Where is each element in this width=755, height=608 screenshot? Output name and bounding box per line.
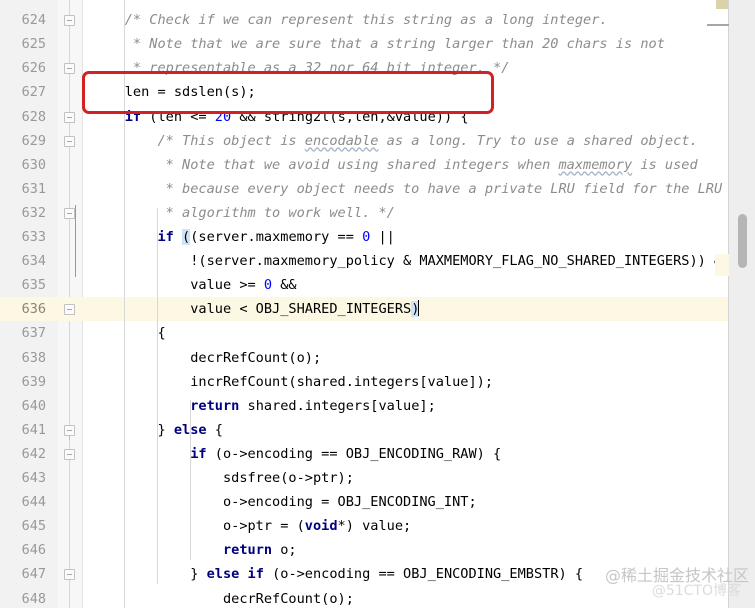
code-text[interactable]: incrRefCount(shared.integers[value]); bbox=[92, 370, 493, 394]
code-block-guide bbox=[75, 205, 76, 277]
code-line[interactable]: 640 return shared.integers[value]; bbox=[0, 394, 755, 418]
code-text[interactable]: } else if (o->encoding == OBJ_ENCODING_E… bbox=[92, 562, 583, 586]
code-line[interactable]: 643 sdsfree(o->ptr); bbox=[0, 466, 755, 490]
line-number: 633 bbox=[21, 229, 46, 245]
code-text[interactable]: if (o->encoding == OBJ_ENCODING_RAW) { bbox=[92, 442, 501, 466]
indent-guide-3 bbox=[190, 400, 191, 560]
fold-toggle-icon[interactable] bbox=[63, 569, 75, 581]
line-number: 629 bbox=[21, 132, 46, 149]
indent-guide-1 bbox=[124, 0, 125, 608]
code-line[interactable]: 632 * algorithm to work well. */ bbox=[0, 201, 755, 225]
code-line[interactable]: 629 /* This object is encodable as a lon… bbox=[0, 129, 755, 153]
code-line[interactable]: 637 { bbox=[0, 321, 755, 345]
line-number: 628 bbox=[21, 108, 46, 125]
code-text[interactable]: * Note that we avoid using shared intege… bbox=[92, 153, 698, 177]
vertical-scrollbar-track[interactable] bbox=[728, 0, 755, 608]
code-line[interactable]: 631 * because every object needs to have… bbox=[0, 177, 755, 201]
line-number: 642 bbox=[21, 445, 46, 462]
code-line[interactable]: 627 len = sdslen(s); bbox=[0, 80, 755, 104]
line-number: 646 bbox=[21, 542, 46, 559]
line-number: 638 bbox=[21, 349, 46, 366]
line-number: 643 bbox=[21, 470, 46, 486]
code-line[interactable]: 623 bbox=[0, 0, 755, 8]
code-line[interactable]: 644 o->encoding = OBJ_ENCODING_INT; bbox=[0, 490, 755, 514]
code-line[interactable]: 639 incrRefCount(shared.integers[value])… bbox=[0, 370, 755, 394]
code-line[interactable]: 635 value >= 0 && bbox=[0, 273, 755, 297]
line-number: 647 bbox=[21, 566, 46, 583]
line-number: 624 bbox=[21, 12, 46, 29]
fold-toggle-icon[interactable] bbox=[63, 63, 75, 75]
line-number: 637 bbox=[21, 325, 46, 342]
scrollbar-current-line-marker bbox=[715, 254, 729, 276]
code-line[interactable]: 626 * representable as a 32 nor 64 bit i… bbox=[0, 56, 755, 80]
line-number: 644 bbox=[21, 494, 46, 511]
line-number: 634 bbox=[21, 253, 46, 270]
fold-toggle-icon[interactable] bbox=[63, 135, 75, 147]
code-line[interactable]: 645 o->ptr = (void*) value; bbox=[0, 514, 755, 538]
code-text[interactable]: !(server.maxmemory_policy & MAXMEMORY_FL… bbox=[92, 249, 730, 273]
code-text[interactable]: /* This object is encodable as a long. T… bbox=[92, 129, 697, 153]
code-text[interactable]: return shared.integers[value]; bbox=[92, 394, 436, 418]
code-line[interactable]: 634 !(server.maxmemory_policy & MAXMEMOR… bbox=[0, 249, 755, 273]
fold-toggle-icon[interactable] bbox=[63, 424, 75, 440]
line-number: 640 bbox=[21, 397, 46, 414]
line-number: 648 bbox=[21, 590, 46, 607]
code-line[interactable]: 642 if (o->encoding == OBJ_ENCODING_RAW)… bbox=[0, 442, 755, 466]
code-text[interactable]: * because every object needs to have a p… bbox=[92, 177, 723, 201]
code-text[interactable]: { bbox=[92, 321, 165, 345]
line-number: 632 bbox=[21, 204, 46, 221]
line-number: 636 bbox=[21, 301, 46, 318]
code-line[interactable]: 648 decrRefCount(o); bbox=[0, 587, 755, 608]
code-line[interactable]: 628 if (len <= 20 && string2l(s,len,&val… bbox=[0, 105, 755, 129]
line-number: 639 bbox=[21, 373, 46, 390]
code-line[interactable]: 625 * Note that we are sure that a strin… bbox=[0, 32, 755, 56]
code-text[interactable]: o->ptr = (void*) value; bbox=[92, 514, 411, 538]
code-text[interactable]: return o; bbox=[92, 538, 297, 562]
code-editor[interactable]: 623624 /* Check if we can represent this… bbox=[0, 0, 755, 608]
code-text[interactable]: sdsfree(o->ptr); bbox=[92, 466, 354, 490]
fold-toggle-icon[interactable] bbox=[63, 15, 75, 27]
code-text[interactable]: value < OBJ_SHARED_INTEGERS) bbox=[92, 297, 420, 321]
line-number: 635 bbox=[21, 277, 46, 294]
code-line[interactable]: 646 return o; bbox=[0, 538, 755, 562]
code-line[interactable]: 624 /* Check if we can represent this st… bbox=[0, 8, 755, 32]
code-lines[interactable]: 623624 /* Check if we can represent this… bbox=[0, 0, 755, 608]
line-number: 626 bbox=[21, 60, 46, 77]
scrollbar-warning-marker[interactable] bbox=[716, 0, 728, 9]
code-text[interactable]: * algorithm to work well. */ bbox=[92, 201, 395, 225]
line-number: 631 bbox=[21, 180, 46, 197]
code-line[interactable]: 638 decrRefCount(o); bbox=[0, 346, 755, 370]
line-number: 630 bbox=[21, 156, 46, 173]
code-line[interactable]: 641 } else { bbox=[0, 418, 755, 442]
fold-toggle-icon[interactable] bbox=[63, 304, 75, 316]
code-text[interactable]: decrRefCount(o); bbox=[92, 346, 321, 370]
line-number: 623 bbox=[0, 0, 46, 8]
line-number: 641 bbox=[21, 421, 46, 438]
code-text[interactable]: len = sdslen(s); bbox=[92, 80, 256, 104]
fold-toggle-icon[interactable] bbox=[63, 448, 75, 460]
indent-guide-2 bbox=[157, 208, 158, 584]
code-text[interactable]: * representable as a 32 nor 64 bit integ… bbox=[92, 56, 509, 80]
code-text[interactable]: if ((server.maxmemory == 0 || bbox=[92, 225, 395, 249]
code-text[interactable]: /* Check if we can represent this string… bbox=[92, 8, 608, 32]
code-text[interactable]: o->encoding = OBJ_ENCODING_INT; bbox=[92, 490, 477, 514]
code-line[interactable]: 636 value < OBJ_SHARED_INTEGERS) bbox=[0, 297, 755, 322]
line-number: 627 bbox=[21, 84, 46, 101]
code-text[interactable]: value >= 0 && bbox=[92, 273, 296, 297]
watermark-secondary: @51CTO博客 bbox=[651, 583, 741, 599]
code-line[interactable]: 633 if ((server.maxmemory == 0 || bbox=[0, 225, 755, 249]
line-number: 625 bbox=[21, 36, 46, 53]
code-text[interactable]: decrRefCount(o); bbox=[92, 587, 354, 608]
code-text[interactable]: * Note that we are sure that a string la… bbox=[92, 32, 665, 56]
code-line[interactable]: 630 * Note that we avoid using shared in… bbox=[0, 153, 755, 177]
code-text[interactable]: if (len <= 20 && string2l(s,len,&value))… bbox=[92, 105, 469, 129]
fold-toggle-icon[interactable] bbox=[63, 111, 75, 123]
line-number: 645 bbox=[21, 518, 46, 535]
fold-toggle-icon[interactable] bbox=[63, 207, 75, 219]
vertical-scrollbar-thumb[interactable] bbox=[738, 214, 747, 268]
scrollbar-caret-marker bbox=[707, 24, 729, 26]
